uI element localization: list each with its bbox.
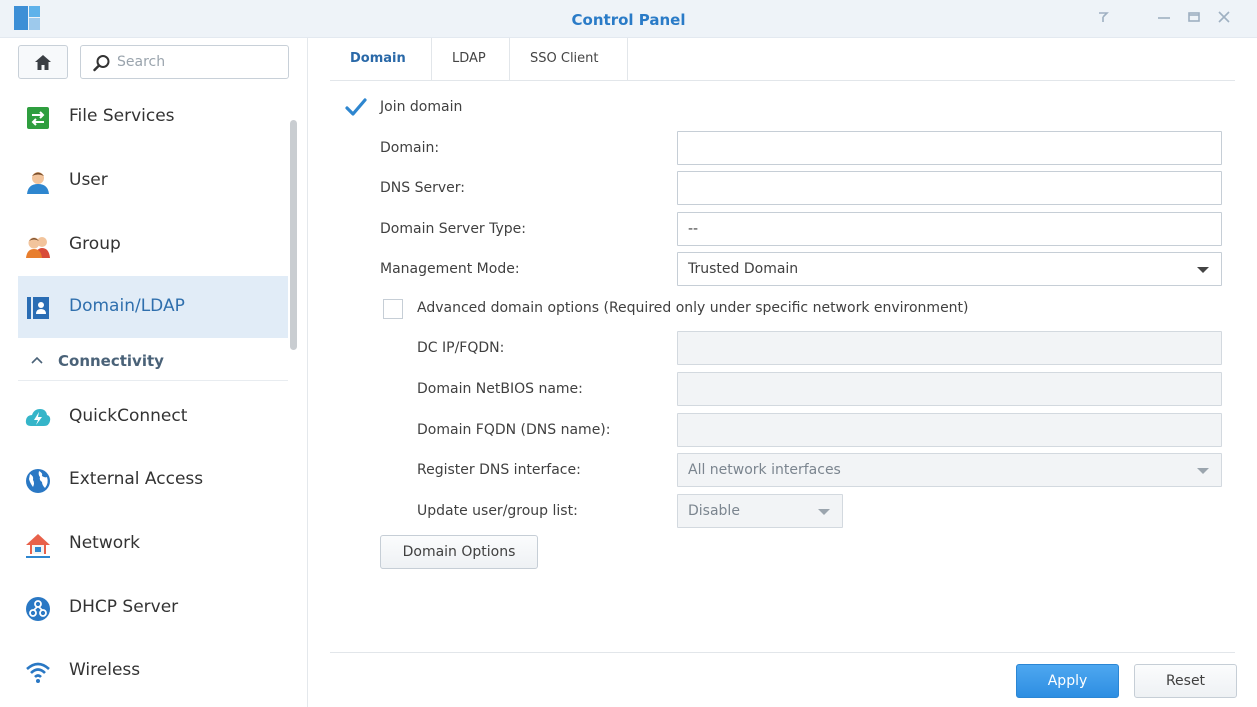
domain-server-type-label: Domain Server Type: (380, 221, 527, 237)
dropdown-arrow-icon (818, 509, 830, 515)
advanced-options-checkbox[interactable] (383, 299, 403, 319)
tab-bar: Domain LDAP SSO Client (330, 38, 1235, 81)
sidebar-item-label: Domain/LDAP (69, 296, 185, 316)
sidebar: File Services User Group Domain/LDAP (0, 38, 308, 707)
quickconnect-icon (25, 409, 51, 426)
sidebar-item-label: User (69, 170, 108, 190)
update-list-label: Update user/group list: (417, 503, 578, 519)
sidebar-item-label: Wireless (69, 660, 141, 680)
dns-server-label: DNS Server: (380, 180, 465, 196)
join-domain-checkbox[interactable] (345, 98, 367, 118)
domain-label: Domain: (380, 140, 440, 156)
dc-ip-field[interactable] (677, 331, 1222, 365)
sidebar-item-label: External Access (69, 469, 204, 489)
management-mode-label: Management Mode: (380, 261, 520, 277)
user-icon (27, 172, 49, 194)
reset-button[interactable]: Reset (1134, 664, 1237, 698)
update-list-value: Disable (688, 503, 740, 519)
sidebar-item-label: DHCP Server (69, 597, 179, 617)
fqdn-label: Domain FQDN (DNS name): (417, 422, 611, 438)
tab-domain[interactable]: Domain (330, 38, 432, 81)
close-icon[interactable] (1213, 8, 1235, 30)
wifi-icon (26, 662, 50, 683)
chevron-up-icon (31, 356, 43, 364)
window-title: Control Panel (571, 11, 686, 29)
management-mode-select[interactable]: Trusted Domain (677, 252, 1222, 286)
netbios-field[interactable] (677, 372, 1222, 406)
apply-button[interactable]: Apply (1016, 664, 1119, 698)
checkmark-icon (345, 98, 367, 116)
sidebar-item-external-access[interactable]: External Access (18, 449, 288, 511)
minimize-icon[interactable] (1153, 8, 1175, 30)
domain-field[interactable] (677, 131, 1222, 165)
sidebar-item-quickconnect[interactable]: QuickConnect (18, 386, 288, 448)
dc-ip-label: DC IP/FQDN: (417, 340, 505, 356)
globe-icon (26, 469, 50, 493)
footer-divider (330, 652, 1235, 653)
sidebar-item-wireless[interactable]: Wireless (18, 640, 288, 702)
fqdn-field[interactable] (677, 413, 1222, 447)
search-input[interactable] (117, 52, 282, 72)
sidebar-item-label: QuickConnect (69, 406, 188, 426)
file-services-icon (27, 107, 49, 129)
network-house-icon (26, 534, 50, 558)
section-connectivity[interactable]: Connectivity (18, 341, 288, 381)
sidebar-item-user[interactable]: User (18, 150, 288, 212)
search-box (80, 45, 289, 79)
home-icon (35, 55, 51, 70)
sidebar-item-group[interactable]: Group (18, 214, 288, 276)
sidebar-item-dhcp-server[interactable]: DHCP Server (18, 577, 288, 639)
update-list-select[interactable]: Disable (677, 494, 843, 528)
sidebar-item-label: Group (69, 234, 121, 254)
dns-server-field[interactable] (677, 171, 1222, 205)
tab-sso-client[interactable]: SSO Client (510, 38, 628, 81)
dhcp-server-icon (26, 597, 50, 621)
title-bar: Control Panel (0, 0, 1257, 38)
domain-server-type-value: -- (677, 212, 1222, 246)
sidebar-item-domain-ldap[interactable]: Domain/LDAP (18, 276, 288, 338)
dropdown-arrow-icon (1197, 267, 1209, 273)
advanced-options-label: Advanced domain options (Required only u… (417, 300, 969, 316)
sidebar-item-label: File Services (69, 106, 175, 126)
netbios-label: Domain NetBIOS name: (417, 381, 583, 397)
pin-icon[interactable] (1093, 8, 1115, 30)
maximize-icon[interactable] (1183, 8, 1205, 30)
sidebar-item-network[interactable]: Network (18, 513, 288, 575)
sidebar-item-file-services[interactable]: File Services (18, 86, 288, 148)
domain-options-button[interactable]: Domain Options (380, 535, 538, 569)
sidebar-item-label: Network (69, 533, 140, 553)
sidebar-scrollbar[interactable] (290, 120, 297, 350)
join-domain-label: Join domain (380, 99, 463, 115)
dropdown-arrow-icon (1197, 468, 1209, 474)
register-dns-value: All network interfaces (688, 462, 841, 478)
tab-ldap[interactable]: LDAP (432, 38, 510, 81)
domain-ldap-icon (27, 297, 49, 319)
domain-server-type-text: -- (688, 221, 699, 237)
search-icon (93, 55, 110, 72)
group-icon (26, 237, 50, 258)
management-mode-value: Trusted Domain (688, 261, 799, 277)
home-button[interactable] (18, 45, 68, 79)
register-dns-label: Register DNS interface: (417, 462, 581, 478)
section-label: Connectivity (58, 352, 164, 370)
register-dns-select[interactable]: All network interfaces (677, 453, 1222, 487)
